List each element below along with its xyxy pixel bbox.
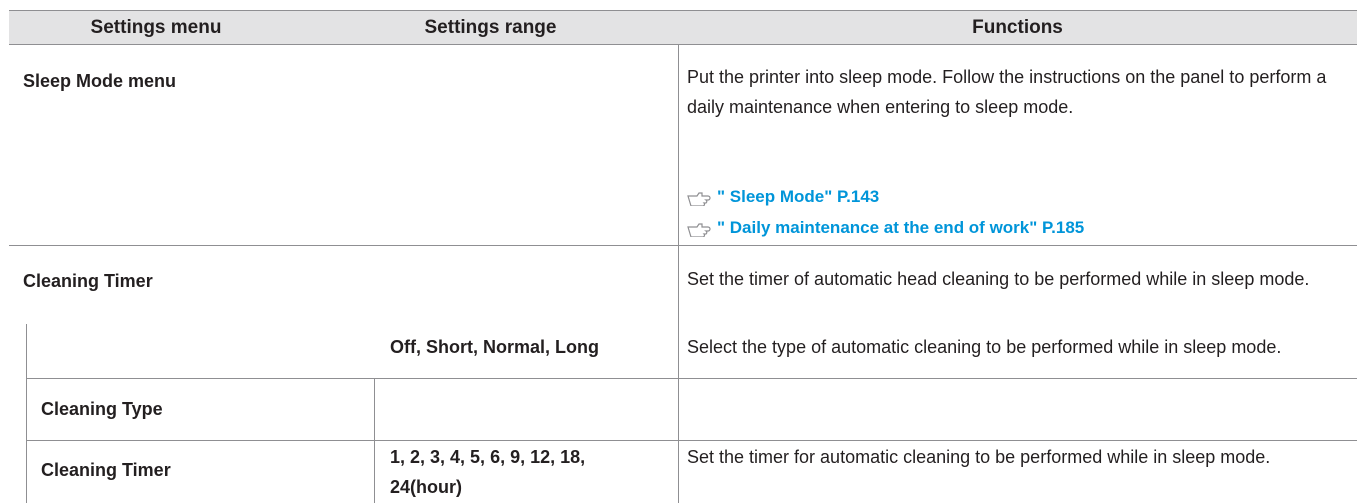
- sleep-mode-menu-label: Sleep Mode menu: [23, 71, 177, 91]
- cleaning-timer-group-function-text: Set the timer of automatic head cleaning…: [687, 269, 1310, 289]
- cleaning-type-label: Cleaning Type: [41, 399, 163, 419]
- pointing-hand-icon: [687, 222, 711, 237]
- cleaning-timer-label: Cleaning Timer: [41, 460, 171, 480]
- cleaning-type-range: Off, Short, Normal, Long: [390, 337, 599, 357]
- row-divider-1: [9, 245, 1357, 246]
- row-divider-2: [26, 378, 1357, 379]
- daily-maintenance-reference-text: " Daily maintenance at the end of work" …: [717, 218, 1085, 237]
- cleaning-type-function-text: Select the type of automatic cleaning to…: [687, 337, 1282, 357]
- cleaning-timer-range: 1, 2, 3, 4, 5, 6, 9, 12, 18, 24(hour): [390, 447, 586, 497]
- sleep-mode-function-text: Put the printer into sleep mode. Follow …: [687, 67, 1327, 117]
- pointing-hand-icon: [687, 191, 711, 206]
- row-divider-3: [26, 440, 1357, 441]
- column-divider-range: [374, 379, 375, 503]
- settings-table: Settings menu Settings range Functions S…: [9, 10, 1357, 503]
- column-divider-functions: [678, 45, 679, 503]
- table-header: Settings menu Settings range Functions: [9, 10, 1357, 45]
- cleaning-timer-group-label: Cleaning Timer: [23, 271, 153, 291]
- cleaning-timer-function-text: Set the timer for automatic cleaning to …: [687, 447, 1271, 467]
- daily-maintenance-reference-link[interactable]: " Daily maintenance at the end of work" …: [687, 213, 1084, 243]
- sleep-mode-reference-link[interactable]: " Sleep Mode" P.143: [687, 182, 879, 212]
- sleep-mode-reference-text: " Sleep Mode" P.143: [717, 187, 880, 206]
- header-settings-menu: Settings menu: [90, 17, 222, 38]
- header-functions: Functions: [972, 17, 1063, 38]
- sub-row-indent-line: [26, 324, 27, 503]
- header-settings-range: Settings range: [424, 17, 557, 38]
